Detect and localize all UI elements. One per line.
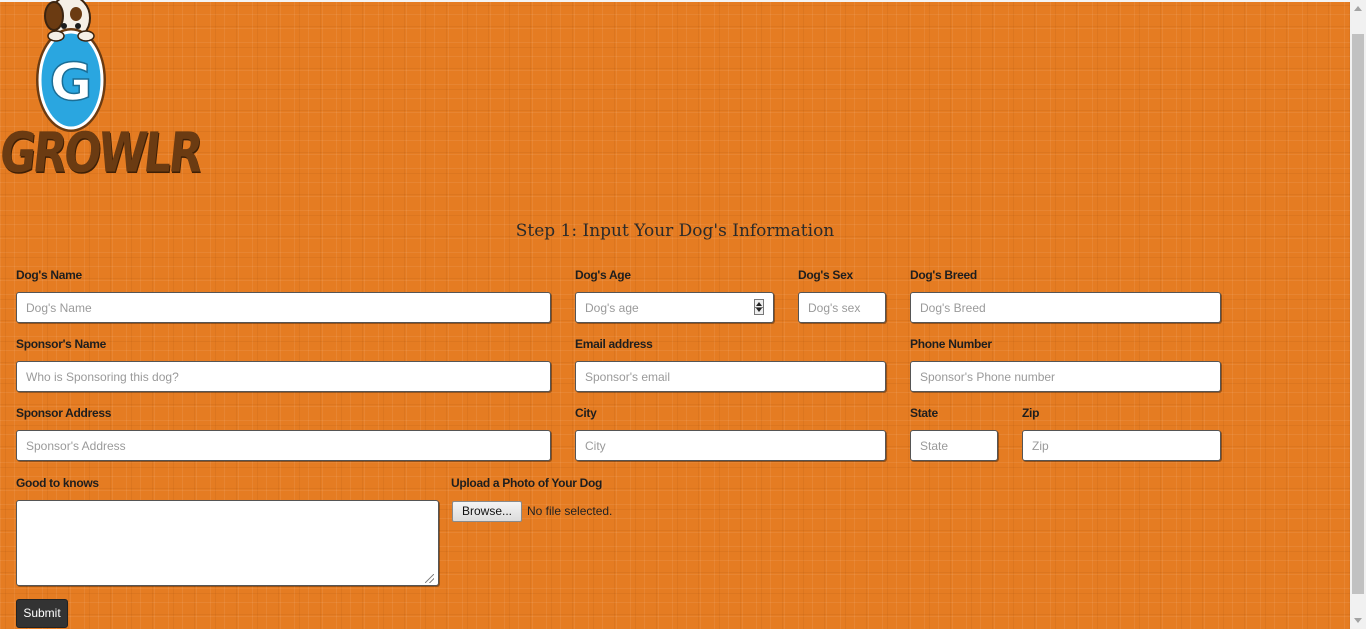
city-input[interactable] [575, 430, 886, 461]
vertical-scrollbar[interactable] [1350, 0, 1366, 629]
window-top-edge [0, 0, 1350, 2]
dog-breed-label: Dog's Breed [910, 268, 977, 282]
scroll-down-icon[interactable] [1354, 618, 1362, 623]
email-label: Email address [575, 337, 653, 351]
page-title: Step 1: Input Your Dog's Information [515, 221, 835, 241]
growlr-logo[interactable]: G GROWLR [0, 0, 204, 205]
dog-sex-label: Dog's Sex [798, 268, 853, 282]
address-input[interactable] [16, 430, 551, 461]
sponsor-name-input[interactable] [16, 361, 551, 392]
good-to-know-label: Good to knows [16, 476, 99, 490]
scroll-up-icon[interactable] [1354, 6, 1362, 11]
zip-label: Zip [1022, 406, 1040, 420]
sponsor-name-label: Sponsor's Name [16, 337, 107, 351]
submit-button[interactable]: Submit [16, 599, 68, 628]
good-to-know-textarea[interactable] [16, 500, 439, 586]
stepper-up-icon[interactable] [756, 302, 762, 306]
state-label: State [910, 406, 938, 420]
browse-button[interactable]: Browse... [452, 501, 522, 522]
scrollbar-thumb[interactable] [1352, 34, 1364, 594]
resize-grip-icon[interactable] [425, 574, 434, 583]
phone-label: Phone Number [910, 337, 992, 351]
dog-age-field [575, 292, 774, 323]
dog-name-label: Dog's Name [16, 268, 82, 282]
dog-name-input[interactable] [16, 292, 551, 323]
dog-age-label: Dog's Age [575, 268, 631, 282]
state-input[interactable] [910, 430, 998, 461]
logo-badge-letter: G [50, 53, 93, 113]
file-status-text: No file selected. [527, 504, 613, 518]
email-input[interactable] [575, 361, 886, 392]
address-label: Sponsor Address [16, 406, 112, 420]
dog-breed-input[interactable] [910, 292, 1221, 323]
phone-input[interactable] [910, 361, 1221, 392]
stepper-down-icon[interactable] [756, 308, 762, 312]
age-stepper[interactable] [754, 299, 764, 315]
logo-wordmark: GROWLR [0, 121, 204, 186]
dog-sex-input[interactable] [798, 292, 886, 323]
city-label: City [575, 406, 597, 420]
zip-input[interactable] [1022, 430, 1221, 461]
dog-mascot-icon: G [36, 0, 106, 132]
dog-age-input[interactable] [575, 292, 774, 323]
photo-upload-label: Upload a Photo of Your Dog [451, 476, 603, 490]
